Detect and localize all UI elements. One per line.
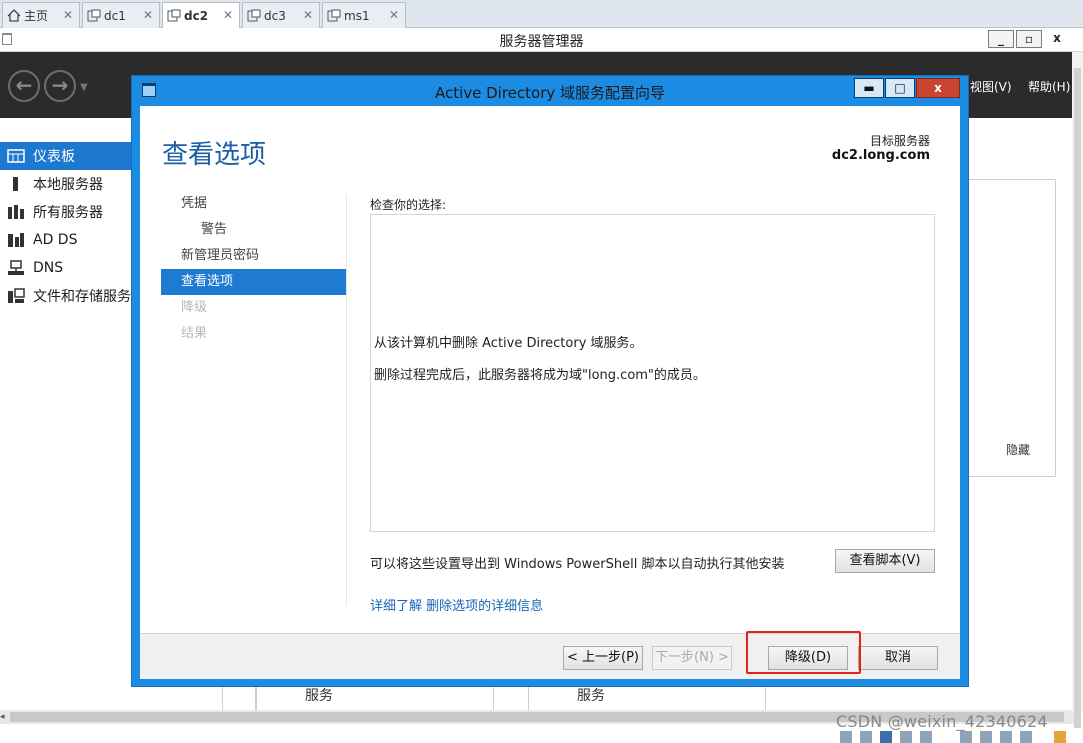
tab-label: dc2 xyxy=(184,8,209,23)
sidebar-item-dashboard[interactable]: 仪表板 xyxy=(0,142,132,170)
step-credentials[interactable]: 凭据 xyxy=(161,191,347,217)
status-icon[interactable] xyxy=(1020,731,1032,743)
step-warnings[interactable]: 警告 xyxy=(161,217,347,243)
all-servers-icon xyxy=(7,204,25,220)
review-label: 检查你的选择: xyxy=(370,198,447,212)
tab-ms1[interactable]: ms1 ✕ xyxy=(322,2,406,28)
close-button[interactable]: x xyxy=(916,78,960,98)
tab-dc2[interactable]: dc2 ✕ xyxy=(162,2,240,28)
step-demotion: 降级 xyxy=(181,300,208,315)
scrollbar-thumb[interactable] xyxy=(1074,68,1081,728)
tile-label: 服务 xyxy=(305,688,333,704)
tab-label: ms1 xyxy=(344,8,370,23)
status-icon[interactable] xyxy=(900,731,912,743)
dialog-body: 查看选项 目标服务器 dc2.long.com 凭据 警告 新管理员密码 查看选… xyxy=(140,106,960,633)
minimize-button[interactable]: ▬ xyxy=(854,78,884,98)
status-icon[interactable] xyxy=(880,731,892,743)
tile-label: 服务 xyxy=(577,688,605,704)
sidebar-item-label: 本地服务器 xyxy=(33,177,103,193)
review-text-box[interactable]: 从该计算机中删除 Active Directory 域服务。 删除过程完成后，此… xyxy=(370,214,935,532)
sidebar-item-ad-ds[interactable]: AD DS xyxy=(0,226,132,254)
status-icon[interactable] xyxy=(980,731,992,743)
status-icon[interactable] xyxy=(960,731,972,743)
sidebar-item-label: 仪表板 xyxy=(33,149,75,165)
close-icon[interactable]: ✕ xyxy=(63,8,73,22)
cancel-button[interactable]: 取消 xyxy=(858,646,938,670)
close-icon[interactable]: ✕ xyxy=(389,8,399,22)
sidebar-item-local-server[interactable]: 本地服务器 xyxy=(0,170,132,198)
scroll-left-icon[interactable]: ◂ xyxy=(0,710,5,724)
file-storage-icon xyxy=(7,288,25,304)
status-icon[interactable] xyxy=(840,731,852,743)
forward-button[interactable]: → xyxy=(44,70,76,102)
next-button[interactable]: 下一步(N) > xyxy=(652,646,732,670)
close-icon[interactable]: ✕ xyxy=(223,8,233,22)
status-icon[interactable] xyxy=(1000,731,1012,743)
sidebar-item-all-servers[interactable]: 所有服务器 xyxy=(0,198,132,226)
server-manager-titlebar: 服务器管理器 _ ▫ x xyxy=(0,28,1083,52)
status-icon[interactable] xyxy=(920,731,932,743)
page-title: 查看选项 xyxy=(162,140,267,170)
dashboard-icon xyxy=(7,148,25,164)
tab-label: dc1 xyxy=(104,8,126,23)
menu-view[interactable]: 视图(V) xyxy=(970,78,1012,95)
sidebar-item-label: AD DS xyxy=(33,232,78,248)
vm-icon xyxy=(167,9,181,22)
target-server-value: dc2.long.com xyxy=(831,148,930,163)
home-icon xyxy=(7,9,21,22)
export-text: 可以将这些设置导出到 Windows PowerShell 脚本以自动执行其他安… xyxy=(370,557,785,572)
vm-icon xyxy=(327,9,341,22)
maximize-button[interactable]: □ xyxy=(885,78,915,98)
dialog-title: Active Directory 域服务配置向导 xyxy=(434,84,666,102)
vm-icon xyxy=(247,9,261,22)
target-server-label: 目标服务器 xyxy=(869,134,930,148)
server-manager-sidebar: 仪表板 本地服务器 所有服务器 AD DS DNS 文件和存储服务 xyxy=(0,140,132,320)
local-server-icon xyxy=(7,176,25,192)
status-icon[interactable] xyxy=(860,731,872,743)
tab-label: dc3 xyxy=(264,8,286,23)
review-line: 从该计算机中删除 Active Directory 域服务。 xyxy=(374,336,643,351)
close-icon[interactable]: ✕ xyxy=(303,8,313,22)
previous-button[interactable]: < 上一步(P) xyxy=(563,646,643,670)
status-icon[interactable] xyxy=(1054,731,1066,743)
step-new-admin-password[interactable]: 新管理员密码 xyxy=(161,243,347,269)
ad-ds-icon xyxy=(7,232,25,248)
chevron-down-icon[interactable]: ▼ xyxy=(80,82,88,93)
learn-more-link[interactable]: 详细了解 删除选项的详细信息 xyxy=(370,595,543,614)
tab-home[interactable]: 主页 ✕ xyxy=(2,2,80,28)
dns-icon xyxy=(7,260,25,276)
sidebar-item-dns[interactable]: DNS xyxy=(0,254,132,282)
menu-help[interactable]: 帮助(H) xyxy=(1028,78,1070,95)
restore-button[interactable]: ▫ xyxy=(1016,30,1042,48)
dialog-titlebar[interactable]: Active Directory 域服务配置向导 ▬ □ x xyxy=(132,76,968,106)
sidebar-item-label: DNS xyxy=(33,260,64,276)
sidebar-item-label: 文件和存储服务 xyxy=(33,289,131,305)
review-line: 删除过程完成后，此服务器将成为域"long.com"的成员。 xyxy=(374,368,706,383)
back-button[interactable]: ← xyxy=(8,70,40,102)
close-icon[interactable]: ✕ xyxy=(143,8,153,22)
minimize-button[interactable]: _ xyxy=(988,30,1014,48)
step-results: 结果 xyxy=(181,326,208,341)
sidebar-item-label: 所有服务器 xyxy=(33,205,103,221)
tab-dc3[interactable]: dc3 ✕ xyxy=(242,2,320,28)
vm-icon xyxy=(87,9,101,22)
hide-link[interactable]: 隐藏 xyxy=(1006,441,1030,458)
highlight-box xyxy=(746,631,861,674)
close-button[interactable]: x xyxy=(1044,30,1070,48)
tab-dc1[interactable]: dc1 ✕ xyxy=(82,2,160,28)
window-title: 服务器管理器 xyxy=(499,34,584,50)
divider xyxy=(346,194,347,606)
right-panel xyxy=(968,179,1056,477)
vm-tab-strip: 主页 ✕ dc1 ✕ dc2 ✕ dc3 ✕ ms1 ✕ xyxy=(0,0,1083,28)
watermark: CSDN @weixin_42340624 xyxy=(836,712,1048,731)
step-review-options[interactable]: 查看选项 xyxy=(161,269,347,295)
view-script-button[interactable]: 查看脚本(V) xyxy=(835,549,935,573)
vertical-scrollbar[interactable] xyxy=(1072,52,1083,728)
ad-ds-config-wizard: Active Directory 域服务配置向导 ▬ □ x 查看选项 目标服务… xyxy=(131,75,969,687)
sidebar-item-file-storage[interactable]: 文件和存储服务 xyxy=(0,282,132,310)
tab-label: 主页 xyxy=(24,9,49,23)
